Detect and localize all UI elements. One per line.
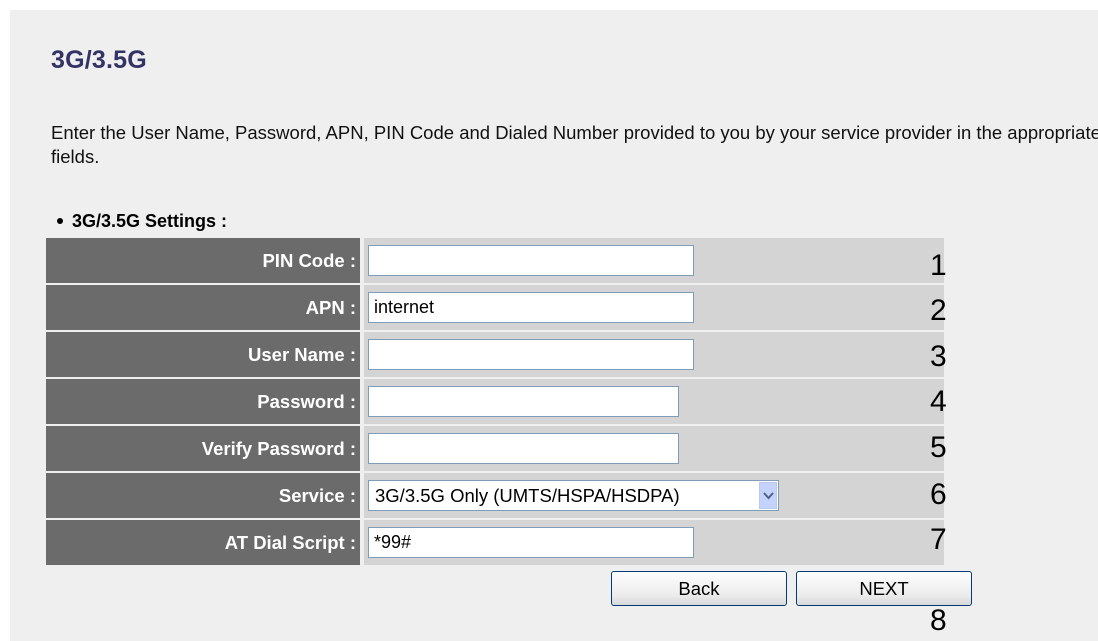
apn-input[interactable]: [368, 292, 694, 323]
service-select[interactable]: 3G/3.5G Only (UMTS/HSPA/HSDPA): [368, 480, 779, 511]
at-dial-script-input[interactable]: [368, 527, 694, 558]
section-title: 3G/3.5G Settings :: [51, 211, 227, 232]
annotation-marker-4: 4: [930, 385, 947, 418]
password-label: Password :: [46, 379, 362, 424]
verify-password-cell: [364, 426, 944, 471]
annotation-marker-2: 2: [930, 294, 947, 327]
service-label: Service :: [46, 473, 362, 518]
row-at-dial-script: AT Dial Script :: [46, 520, 944, 565]
dropdown-button[interactable]: [759, 482, 777, 509]
user-name-cell: [364, 332, 944, 377]
pin-code-cell: [364, 238, 944, 283]
row-password: Password :: [46, 379, 944, 424]
bullet-icon: [57, 217, 63, 224]
apn-cell: [364, 285, 944, 330]
next-button[interactable]: NEXT: [796, 571, 972, 606]
row-pin-code: PIN Code :: [46, 238, 944, 283]
pin-code-label: PIN Code :: [46, 238, 362, 283]
annotation-marker-5: 5: [930, 431, 947, 464]
at-dial-script-cell: [364, 520, 944, 565]
annotation-marker-6: 6: [930, 478, 947, 511]
section-title-text: 3G/3.5G Settings :: [72, 211, 228, 231]
row-apn: APN :: [46, 285, 944, 330]
back-button[interactable]: Back: [611, 571, 787, 606]
row-verify-password: Verify Password :: [46, 426, 944, 471]
password-input[interactable]: [368, 386, 679, 417]
verify-password-input[interactable]: [368, 433, 679, 464]
service-selected-value: 3G/3.5G Only (UMTS/HSPA/HSDPA): [375, 485, 680, 506]
password-cell: [364, 379, 944, 424]
user-name-label: User Name :: [46, 332, 362, 377]
at-dial-script-label: AT Dial Script :: [46, 520, 362, 565]
page-description: Enter the User Name, Password, APN, PIN …: [51, 122, 1098, 167]
annotation-marker-7: 7: [930, 523, 947, 556]
row-service: Service : 3G/3.5G Only (UMTS/HSPA/HSDPA): [46, 473, 944, 518]
apn-label: APN :: [46, 285, 362, 330]
row-user-name: User Name :: [46, 332, 944, 377]
service-cell: 3G/3.5G Only (UMTS/HSPA/HSDPA): [364, 473, 944, 518]
annotation-marker-8: 8: [930, 604, 947, 637]
user-name-input[interactable]: [368, 339, 694, 370]
settings-form: PIN Code : APN : User Name : Password : …: [46, 238, 944, 567]
annotation-marker-1: 1: [930, 249, 947, 282]
pin-code-input[interactable]: [368, 245, 694, 276]
page-title: 3G/3.5G: [51, 46, 147, 74]
verify-password-label: Verify Password :: [46, 426, 362, 471]
annotation-marker-3: 3: [930, 340, 947, 373]
chevron-down-icon: [763, 492, 774, 500]
